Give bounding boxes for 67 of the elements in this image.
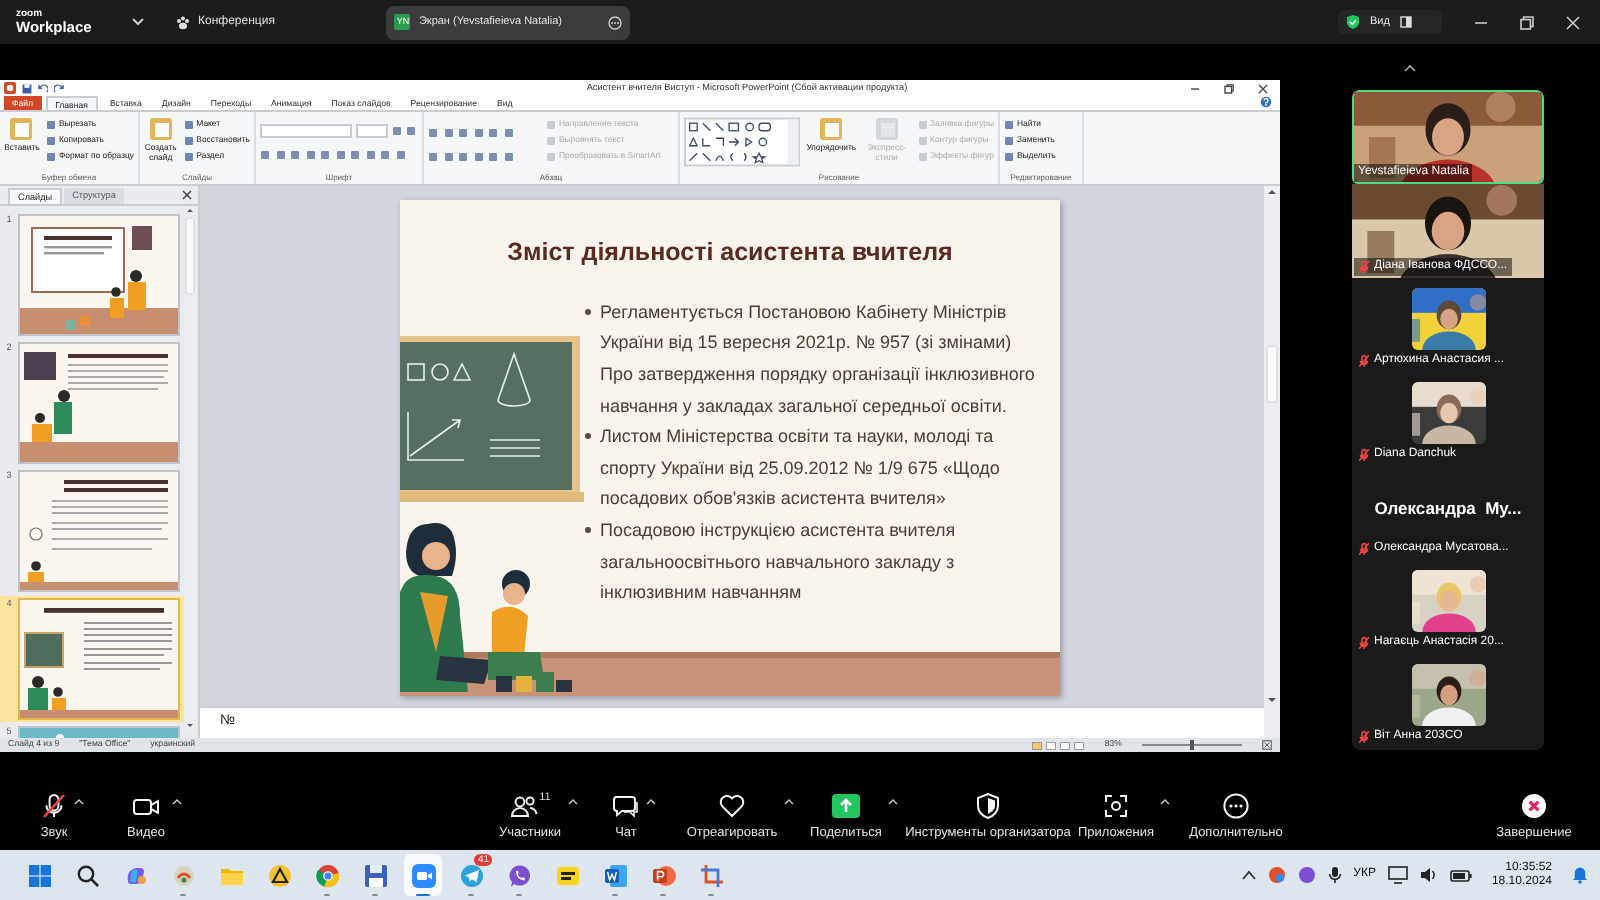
phone-bubble-icon — [507, 863, 531, 887]
slide-thumbnail[interactable] — [18, 342, 180, 464]
slide-thumbnail[interactable] — [18, 470, 180, 592]
speaker-icon[interactable] — [1419, 866, 1438, 884]
fit-window-icon[interactable] — [1262, 740, 1272, 750]
caret-icon[interactable] — [783, 798, 794, 807]
chevron-up-icon[interactable] — [1404, 63, 1416, 71]
font-name-field[interactable] — [260, 124, 352, 138]
undo-icon[interactable] — [38, 83, 48, 93]
swirl-icon — [123, 863, 147, 887]
bullet-text: Листом Міністерства освіти та науки, молоді та спорту України від 25.09.2012 № 1/9 675 «Щодо посадових обов'язків асистента вчителя» — [600, 424, 1002, 513]
bullet-icon — [584, 525, 592, 534]
close-icon — [1519, 792, 1548, 821]
caret-icon[interactable] — [646, 798, 656, 807]
people-icon — [509, 792, 538, 821]
bullet-icon — [584, 432, 592, 441]
restore-icon[interactable] — [1224, 83, 1234, 93]
shield-icon — [974, 792, 1002, 821]
slide-title: Зміст діяльності асистента вчителя — [507, 236, 953, 270]
bullet-text: Посадовою інструкцією асистента вчителя загальноосвітнього навчального закладу з інклюзивним навчанням — [600, 517, 958, 607]
caret-icon[interactable] — [1160, 798, 1171, 807]
more-icon[interactable] — [608, 15, 623, 29]
speech-bubbles-icon — [612, 792, 640, 821]
presentation-icon — [651, 863, 675, 887]
caret-icon[interactable] — [887, 798, 898, 807]
scrollbar[interactable] — [1264, 186, 1280, 738]
shield-icon — [1346, 14, 1360, 30]
bullet-icon — [584, 307, 592, 316]
triangle-icon — [267, 863, 291, 887]
start-icon — [27, 863, 51, 887]
bell-icon[interactable] — [1572, 866, 1588, 884]
paper-plane-icon — [459, 863, 483, 887]
caret-icon[interactable] — [567, 798, 578, 807]
caret-icon[interactable] — [74, 798, 84, 807]
tricolor-circle-icon — [315, 863, 339, 887]
slide-thumbnail[interactable] — [18, 214, 180, 336]
scrollbar[interactable] — [184, 206, 196, 730]
help-icon[interactable] — [1260, 96, 1272, 108]
round-app-icon — [171, 863, 195, 887]
microphone-icon[interactable] — [1327, 866, 1342, 884]
tray-app-icon[interactable] — [1297, 866, 1316, 884]
crop-icon — [699, 863, 723, 887]
close-icon[interactable] — [1258, 83, 1268, 93]
participant-display-name: Олександра Му... — [1374, 498, 1522, 518]
video-camera-icon — [411, 863, 435, 887]
heart-icon — [717, 792, 746, 821]
font-size-field[interactable] — [356, 124, 388, 138]
note-app-icon — [555, 863, 579, 887]
chevron-down-icon[interactable] — [132, 18, 144, 26]
redo-icon[interactable] — [54, 83, 64, 93]
bullet-text: Регламентується Постановою Кабінету Міністрів України від 15 вересня 2021р. № 957 (зі змінами) Про затвердження порядку організації інклюзивного навчання у закладах загальної середньої освіти. — [600, 299, 1037, 420]
more-icon — [1221, 792, 1250, 821]
battery-icon[interactable] — [1449, 869, 1472, 881]
minimize-icon[interactable] — [1190, 83, 1200, 93]
shapes-gallery[interactable] — [684, 116, 801, 168]
monitor-icon[interactable] — [1387, 866, 1408, 884]
layout-icon — [1399, 16, 1412, 28]
close-icon[interactable] — [182, 190, 192, 200]
paw-icon — [176, 15, 190, 29]
chevron-up-icon[interactable] — [1241, 870, 1256, 880]
caret-icon[interactable] — [171, 798, 181, 807]
document-icon — [603, 863, 627, 887]
scan-icon — [1102, 792, 1130, 821]
folder-icon — [219, 863, 243, 887]
tray-app-icon[interactable] — [1267, 866, 1286, 884]
save-icon[interactable] — [22, 83, 32, 93]
search-icon — [75, 863, 99, 887]
